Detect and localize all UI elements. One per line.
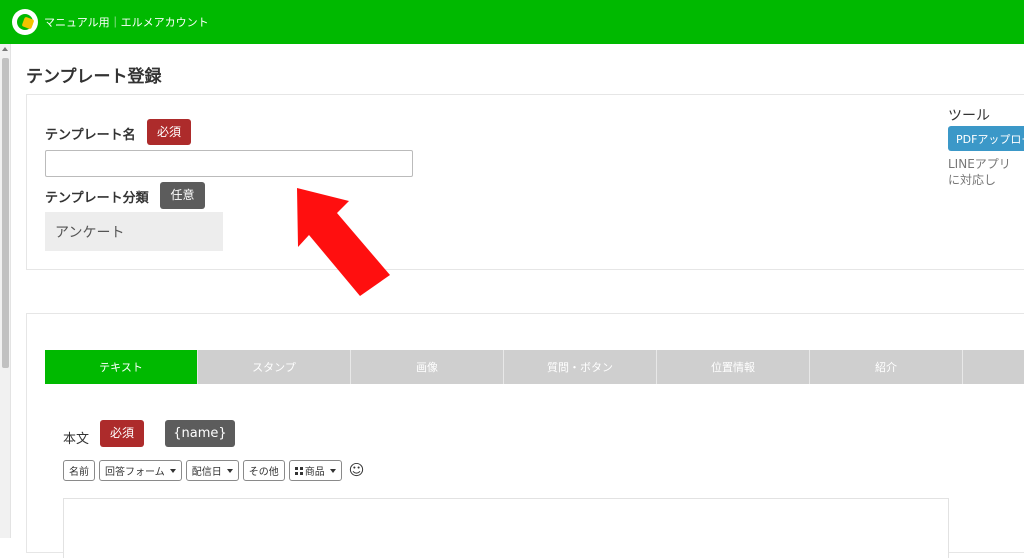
pdf-upload-button[interactable]: PDFアップロード — [948, 126, 1024, 151]
tab-image[interactable]: 画像 — [351, 350, 504, 384]
tools-title: ツール — [948, 108, 990, 124]
scroll-up-arrow-icon[interactable] — [2, 47, 8, 51]
red-arrow-annotation — [297, 188, 390, 296]
tools-note: LINEアプリ に対応し — [948, 156, 1024, 188]
caret-down-icon — [329, 468, 336, 473]
tab-text[interactable]: テキスト — [45, 350, 198, 384]
other-button[interactable]: その他 — [242, 460, 285, 481]
body-required-badge: 必須 — [100, 420, 144, 447]
tools-note-line2: に対応し — [948, 173, 997, 187]
message-card: テキスト スタンプ 画像 質問・ボタン 位置情報 紹介 本文 必須 {name}… — [26, 313, 1024, 558]
category-label: テンプレート分類 — [45, 191, 149, 206]
grid-icon — [294, 466, 303, 475]
tab-more[interactable] — [963, 350, 1024, 384]
caret-down-icon — [169, 468, 176, 473]
caret-down-icon — [226, 468, 233, 473]
app-logo-icon[interactable] — [12, 9, 38, 35]
category-select[interactable]: アンケート — [45, 212, 223, 251]
insert-name-button[interactable]: 名前 — [63, 460, 95, 481]
tab-location[interactable]: 位置情報 — [657, 350, 810, 384]
answer-form-dropdown[interactable]: 回答フォーム — [99, 460, 182, 481]
message-body-editor[interactable] — [63, 498, 949, 558]
tab-introduction[interactable]: 紹介 — [810, 350, 963, 384]
top-bar: マニュアル用｜エルメアカウント — [0, 0, 1024, 44]
editor-toolbar: 名前 回答フォーム 配信日 その他 商品 ☺ — [63, 460, 364, 481]
message-type-tabs: テキスト スタンプ 画像 質問・ボタン 位置情報 紹介 — [45, 350, 1024, 384]
product-label: 商品 — [304, 467, 325, 478]
body-label: 本文 — [63, 432, 90, 447]
template-info-card: テンプレート名 必須 テンプレート分類 任意 アンケート — [26, 94, 1024, 270]
tools-note-line1: LINEアプリ — [948, 157, 1011, 171]
insert-name-label: 名前 — [69, 467, 89, 478]
name-variable-button[interactable]: {name} — [165, 420, 235, 447]
scrollbar[interactable] — [0, 44, 11, 538]
product-dropdown[interactable]: 商品 — [288, 460, 342, 481]
template-name-label: テンプレート名 — [45, 128, 136, 143]
scrollbar-thumb[interactable] — [2, 58, 9, 368]
smiley-icon[interactable]: ☺ — [349, 463, 365, 478]
other-label: その他 — [248, 467, 279, 478]
template-name-input[interactable] — [45, 150, 413, 177]
required-badge: 必須 — [147, 119, 191, 145]
page-title: テンプレート登録 — [26, 67, 162, 87]
tab-question-button[interactable]: 質問・ボタン — [504, 350, 657, 384]
delivery-date-label: 配信日 — [191, 467, 222, 478]
tab-stamp[interactable]: スタンプ — [198, 350, 351, 384]
delivery-date-dropdown[interactable]: 配信日 — [185, 460, 239, 481]
answer-form-label: 回答フォーム — [105, 467, 165, 478]
optional-badge: 任意 — [160, 182, 205, 209]
account-name[interactable]: マニュアル用｜エルメアカウント — [44, 14, 209, 30]
